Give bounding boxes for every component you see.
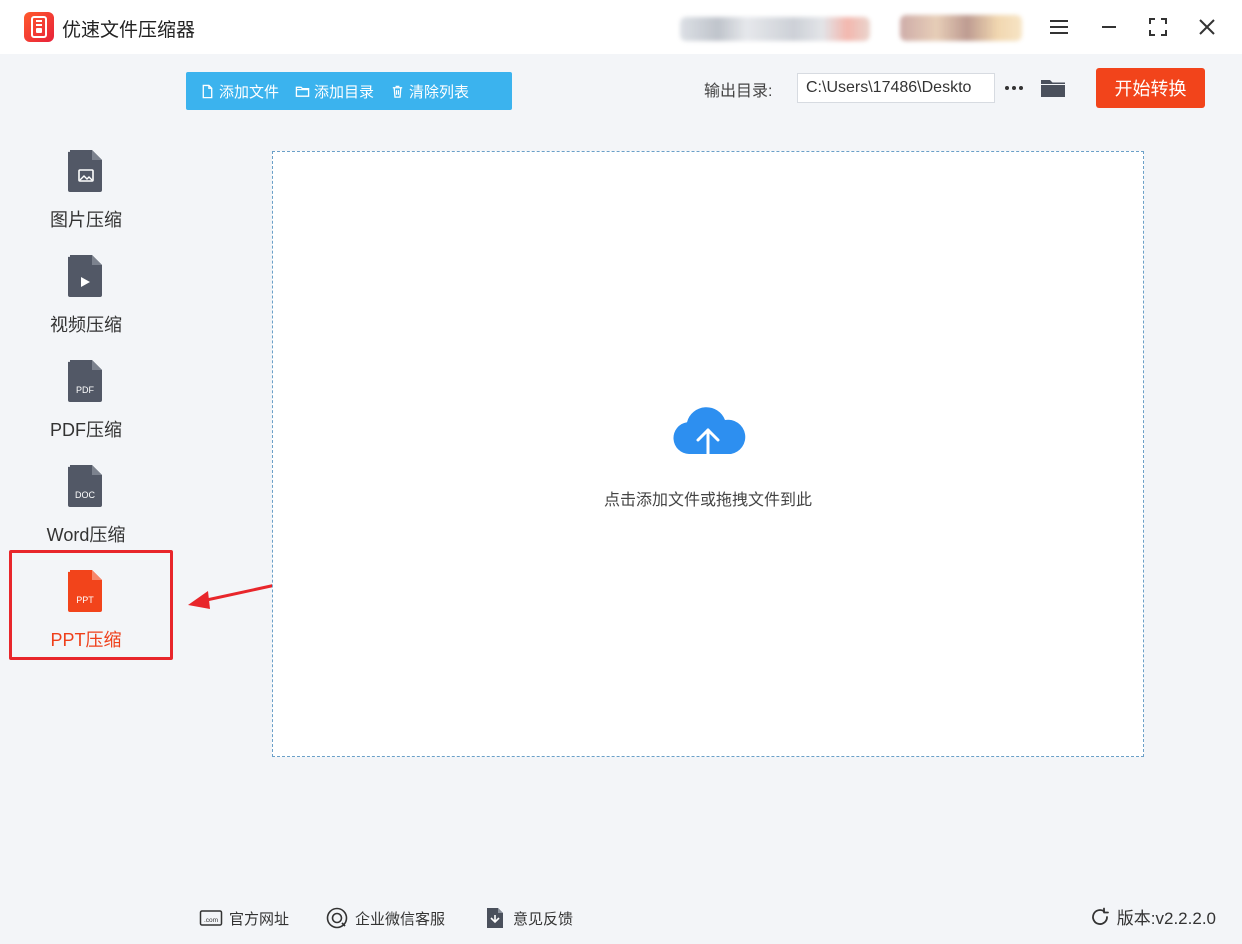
doc-badge-text: DOC bbox=[75, 490, 96, 500]
blurred-avatar bbox=[900, 15, 1022, 41]
sidebar-label-word: Word压缩 bbox=[46, 525, 126, 545]
feedback-label: 意见反馈 bbox=[513, 910, 574, 928]
sidebar-item-pdf[interactable]: PDF PDF压缩 bbox=[24, 360, 148, 460]
sidebar-label-pdf: PDF压缩 bbox=[50, 420, 122, 440]
wechat-label: 企业微信客服 bbox=[355, 910, 446, 928]
version-label: 版本:v2.2.2.0 bbox=[1116, 909, 1216, 928]
add-folder-button[interactable]: 添加目录 bbox=[287, 72, 382, 110]
file-icon bbox=[202, 84, 213, 98]
doc-file-icon: DOC bbox=[68, 465, 102, 507]
sidebar-label-image: 图片压缩 bbox=[50, 210, 122, 230]
maximize-button[interactable] bbox=[1145, 14, 1171, 40]
browse-more-button[interactable] bbox=[1002, 78, 1026, 98]
sidebar-item-image[interactable]: 图片压缩 bbox=[24, 150, 148, 250]
add-file-label: 添加文件 bbox=[219, 83, 280, 101]
close-icon bbox=[1199, 19, 1215, 35]
start-convert-button[interactable]: 开始转换 bbox=[1096, 68, 1205, 108]
sidebar-label-video: 视频压缩 bbox=[50, 315, 122, 335]
drop-hint-text: 点击添加文件或拖拽文件到此 bbox=[603, 492, 812, 509]
image-file-icon bbox=[68, 150, 102, 192]
add-folder-label: 添加目录 bbox=[314, 83, 375, 101]
feedback-link[interactable]: 意见反馈 bbox=[483, 906, 573, 930]
sidebar-item-video[interactable]: 视频压缩 bbox=[24, 255, 148, 355]
output-path-field[interactable]: C:\Users\17486\Deskto bbox=[797, 73, 995, 103]
blurred-user-info bbox=[680, 17, 870, 41]
menu-button[interactable] bbox=[1046, 14, 1072, 40]
close-button[interactable] bbox=[1194, 14, 1220, 40]
website-icon-text: .com bbox=[204, 917, 218, 924]
clear-list-label: 清除列表 bbox=[409, 83, 470, 101]
hamburger-menu-icon bbox=[1050, 20, 1068, 34]
official-website-link[interactable]: .com 官方网址 bbox=[199, 906, 289, 930]
folder-open-icon bbox=[1041, 80, 1065, 97]
website-icon: .com bbox=[199, 910, 223, 926]
more-dots-icon bbox=[1005, 86, 1023, 90]
trash-icon bbox=[392, 85, 403, 98]
open-folder-button[interactable] bbox=[1039, 74, 1067, 102]
title-bar: 优速文件压缩器 bbox=[0, 0, 1242, 54]
feedback-icon bbox=[487, 908, 503, 928]
file-drop-zone[interactable]: 点击添加文件或拖拽文件到此 bbox=[272, 151, 1144, 757]
cloud-upload-icon bbox=[673, 407, 746, 474]
wechat-support-link[interactable]: 企业微信客服 bbox=[325, 906, 445, 930]
add-file-button[interactable]: 添加文件 bbox=[186, 72, 287, 110]
app-logo-icon bbox=[24, 12, 54, 42]
version-info: 版本:v2.2.2.0 bbox=[1089, 904, 1216, 929]
wechat-icon bbox=[326, 907, 348, 929]
pdf-file-icon: PDF bbox=[68, 360, 102, 402]
file-toolbar: 添加文件 添加目录 清除列表 bbox=[186, 72, 512, 110]
highlight-box bbox=[9, 550, 173, 660]
footer-bar: .com 官方网址 企业微信客服 意见反馈 版本:v2.2.2.0 bbox=[175, 886, 1242, 944]
clear-list-button[interactable]: 清除列表 bbox=[382, 72, 477, 110]
pdf-badge-text: PDF bbox=[76, 385, 95, 395]
folder-icon bbox=[295, 86, 310, 97]
fullscreen-icon bbox=[1149, 18, 1167, 36]
refresh-icon bbox=[1091, 907, 1109, 925]
output-dir-label: 输出目录: bbox=[704, 83, 773, 100]
video-file-icon bbox=[68, 255, 102, 297]
website-label: 官方网址 bbox=[229, 910, 290, 928]
minimize-button[interactable] bbox=[1096, 14, 1122, 40]
app-title: 优速文件压缩器 bbox=[62, 20, 196, 41]
minimize-icon bbox=[1102, 26, 1116, 28]
